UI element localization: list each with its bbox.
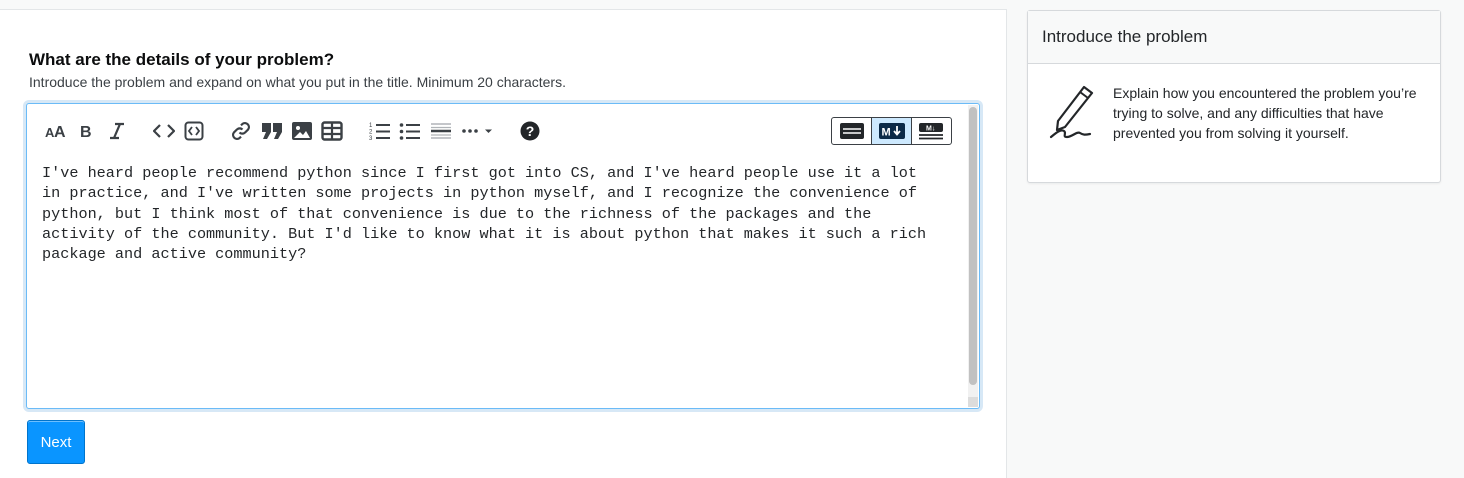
more-icon[interactable] xyxy=(461,120,495,142)
heading-icon[interactable]: AA xyxy=(44,120,68,142)
table-icon[interactable] xyxy=(321,120,343,142)
ordered-list-icon[interactable]: 123 xyxy=(369,120,391,142)
blockquote-icon[interactable] xyxy=(261,120,283,142)
image-icon[interactable] xyxy=(291,120,313,142)
editor-toolbar: AA B 1 2 3 ? M M↓ xyxy=(27,104,967,154)
italic-icon[interactable] xyxy=(108,120,126,142)
editor-mode-switcher: M M↓ xyxy=(831,117,952,145)
svg-text:?: ? xyxy=(526,123,535,139)
pencil-icon xyxy=(1048,85,1100,146)
markdown-editor[interactable]: AA B 1 2 3 ? M M↓ I've heard people reco… xyxy=(26,103,980,409)
link-icon[interactable] xyxy=(230,120,252,142)
editor-resize-grip[interactable] xyxy=(968,397,978,407)
question-body-panel: What are the details of your problem? In… xyxy=(0,9,1007,478)
help-sidebar-card: Introduce the problem Explain how you en… xyxy=(1027,10,1441,183)
svg-text:2: 2 xyxy=(369,130,373,136)
markdown-preview-mode-icon[interactable]: M↓ xyxy=(912,118,951,144)
help-card-title: Introduce the problem xyxy=(1028,11,1440,64)
svg-text:A: A xyxy=(54,124,66,139)
horizontal-rule-icon[interactable] xyxy=(430,120,452,142)
svg-text:B: B xyxy=(80,124,92,139)
help-icon[interactable]: ? xyxy=(519,120,541,142)
svg-text:M↓: M↓ xyxy=(926,126,935,133)
code-block-icon[interactable] xyxy=(184,120,204,142)
editor-scroll-thumb[interactable] xyxy=(969,107,977,385)
code-icon[interactable] xyxy=(153,120,175,142)
svg-text:1: 1 xyxy=(369,123,373,129)
editor-scrollbar[interactable] xyxy=(968,105,978,407)
unordered-list-icon[interactable] xyxy=(399,120,421,142)
editor-textarea[interactable]: I've heard people recommend python since… xyxy=(42,163,952,264)
svg-text:M: M xyxy=(881,127,890,139)
help-card-text: Explain how you encountered the problem … xyxy=(1113,85,1417,141)
rich-text-mode-icon[interactable] xyxy=(832,118,871,144)
question-details-heading: What are the details of your problem? xyxy=(29,50,335,69)
markdown-mode-icon[interactable]: M xyxy=(871,118,912,144)
bold-icon[interactable]: B xyxy=(78,120,94,142)
next-button[interactable]: Next xyxy=(27,420,85,464)
svg-text:3: 3 xyxy=(369,136,373,141)
question-details-hint: Introduce the problem and expand on what… xyxy=(29,74,566,90)
